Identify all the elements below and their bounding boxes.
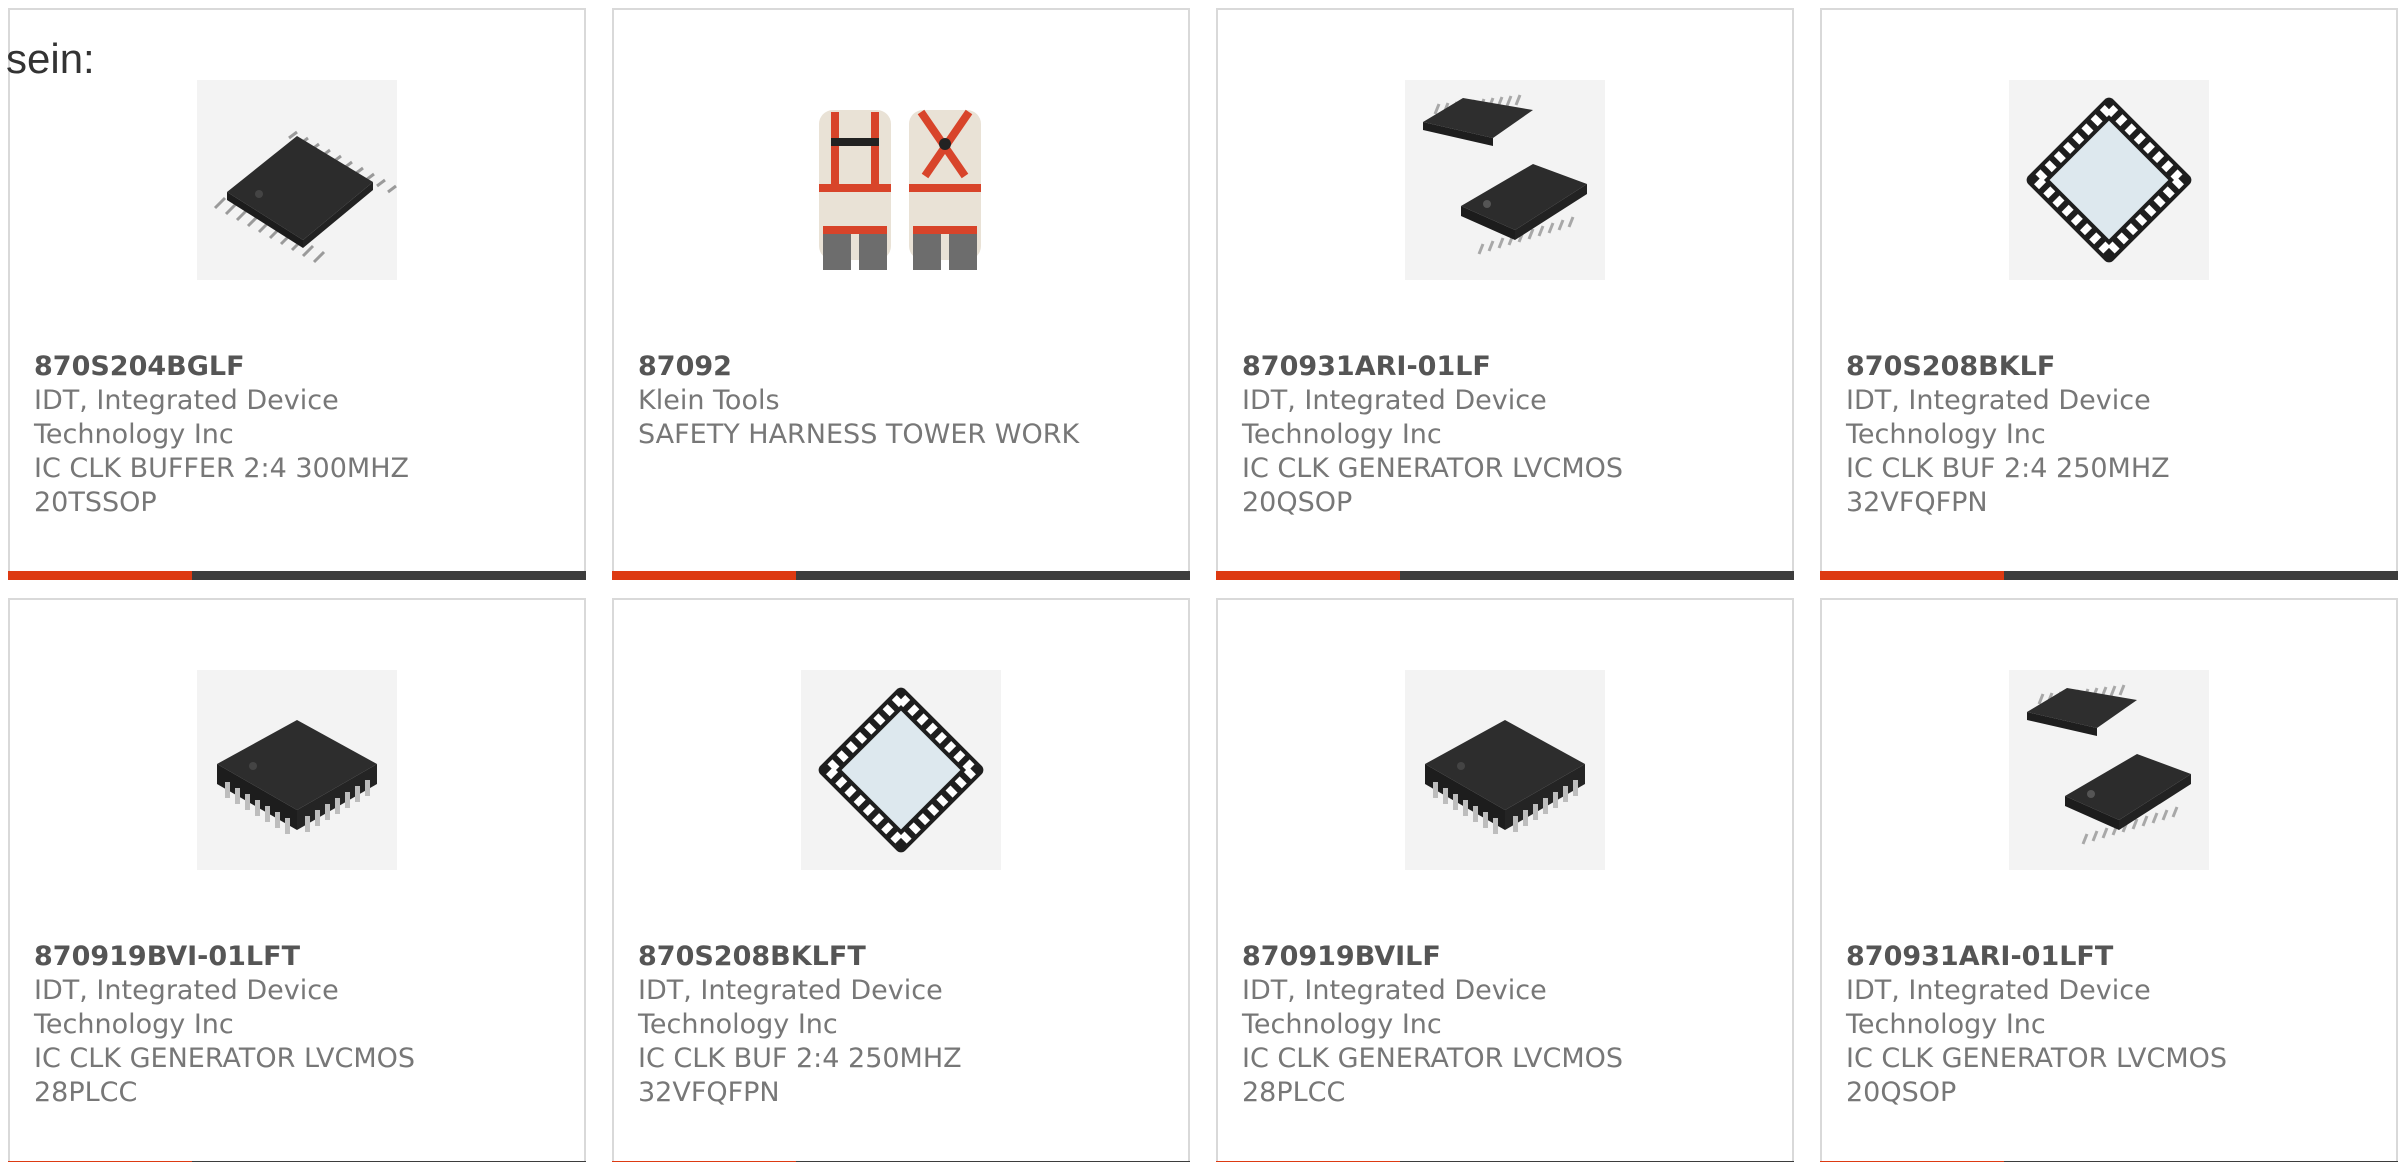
card-accent-bar bbox=[8, 571, 192, 580]
qsop-chip-icon[interactable] bbox=[1405, 80, 1605, 280]
product-card[interactable]: 87092 Klein Tools SAFETY HARNESS TOWER WOR… bbox=[612, 8, 1190, 580]
qfn-chip-icon[interactable] bbox=[2009, 80, 2209, 280]
product-info: 870S208BKLF IDT, Integrated Device Technol… bbox=[1846, 350, 2380, 520]
product-manufacturer-cont: Technology Inc bbox=[34, 419, 234, 450]
product-manufacturer: IDT, Integrated Device bbox=[1242, 385, 1547, 416]
card-footer-bar bbox=[8, 571, 586, 580]
product-info: 87092 Klein Tools SAFETY HARNESS TOWER WOR… bbox=[638, 350, 1172, 452]
product-card[interactable]: 870931ARI-01LFT IDT, Integrated Device Tec… bbox=[1820, 598, 2398, 1162]
product-manufacturer-cont: Technology Inc bbox=[1846, 419, 2046, 450]
product-manufacturer: IDT, Integrated Device bbox=[638, 975, 943, 1006]
product-description: IC CLK BUF 2:4 250MHZ bbox=[1846, 453, 2170, 484]
plcc-chip-icon[interactable] bbox=[1405, 670, 1605, 870]
product-info: 870S208BKLFT IDT, Integrated Device Techno… bbox=[638, 940, 1172, 1110]
product-description: IC CLK GENERATOR LVCMOS bbox=[1242, 453, 1624, 484]
intro-text: sein: bbox=[6, 35, 95, 82]
product-mpn[interactable]: 87092 bbox=[638, 350, 1172, 384]
product-description-cont: 20TSSOP bbox=[34, 487, 157, 518]
tssop-chip-icon[interactable] bbox=[197, 80, 397, 280]
product-description: IC CLK GENERATOR LVCMOS bbox=[1846, 1043, 2228, 1074]
product-manufacturer-cont: Technology Inc bbox=[1242, 1009, 1442, 1040]
product-manufacturer: Klein Tools bbox=[638, 385, 780, 416]
product-description-cont: 20QSOP bbox=[1846, 1077, 1957, 1108]
product-card[interactable]: 870931ARI-01LF IDT, Integrated Device Tech… bbox=[1216, 8, 1794, 580]
product-mpn[interactable]: 870919BVILF bbox=[1242, 940, 1776, 974]
product-info: 870931ARI-01LF IDT, Integrated Device Tech… bbox=[1242, 350, 1776, 520]
product-card[interactable]: 870919BVILF IDT, Integrated Device Technol… bbox=[1216, 598, 1794, 1162]
qfn-chip-icon[interactable] bbox=[801, 670, 1001, 870]
product-description: IC CLK BUF 2:4 250MHZ bbox=[638, 1043, 962, 1074]
product-manufacturer-cont: Technology Inc bbox=[638, 1009, 838, 1040]
product-mpn[interactable]: 870S208BKLFT bbox=[638, 940, 1172, 974]
product-mpn[interactable]: 870931ARI-01LFT bbox=[1846, 940, 2380, 974]
card-accent-bar bbox=[1216, 571, 1400, 580]
product-manufacturer: IDT, Integrated Device bbox=[34, 385, 339, 416]
product-description-cont: 28PLCC bbox=[1242, 1077, 1346, 1108]
page: sein: 870S204BGLF IDT, Integrated Device T… bbox=[0, 0, 2400, 1162]
card-accent-bar bbox=[1820, 571, 2004, 580]
card-footer-bar bbox=[612, 571, 1190, 580]
product-card[interactable]: 870919BVI-01LFT IDT, Integrated Device Tec… bbox=[8, 598, 586, 1162]
product-description-cont: 28PLCC bbox=[34, 1077, 138, 1108]
product-description: IC CLK GENERATOR LVCMOS bbox=[34, 1043, 416, 1074]
product-info: 870919BVI-01LFT IDT, Integrated Device Tec… bbox=[34, 940, 568, 1110]
product-card[interactable]: 870S204BGLF IDT, Integrated Device Technol… bbox=[8, 8, 586, 580]
product-info: 870S204BGLF IDT, Integrated Device Technol… bbox=[34, 350, 568, 520]
card-footer-bar bbox=[1820, 571, 2398, 580]
product-mpn[interactable]: 870919BVI-01LFT bbox=[34, 940, 568, 974]
product-mpn[interactable]: 870S204BGLF bbox=[34, 350, 568, 384]
product-description: IC CLK BUFFER 2:4 300MHZ bbox=[34, 453, 409, 484]
product-description-cont: 32VFQFPN bbox=[638, 1077, 780, 1108]
product-description-cont: 32VFQFPN bbox=[1846, 487, 1988, 518]
product-manufacturer-cont: Technology Inc bbox=[34, 1009, 234, 1040]
product-manufacturer: IDT, Integrated Device bbox=[1846, 385, 2151, 416]
qsop-chip-icon[interactable] bbox=[2009, 670, 2209, 870]
product-card[interactable]: 870S208BKLF IDT, Integrated Device Technol… bbox=[1820, 8, 2398, 580]
product-manufacturer: IDT, Integrated Device bbox=[34, 975, 339, 1006]
product-manufacturer-cont: Technology Inc bbox=[1242, 419, 1442, 450]
product-manufacturer-cont: Technology Inc bbox=[1846, 1009, 2046, 1040]
product-manufacturer: IDT, Integrated Device bbox=[1242, 975, 1547, 1006]
card-accent-bar bbox=[612, 571, 796, 580]
product-info: 870919BVILF IDT, Integrated Device Technol… bbox=[1242, 940, 1776, 1110]
product-card[interactable]: 870S208BKLFT IDT, Integrated Device Techno… bbox=[612, 598, 1190, 1162]
safety-harness-icon[interactable] bbox=[801, 80, 1001, 280]
product-description: SAFETY HARNESS TOWER WORK bbox=[638, 419, 1080, 450]
product-grid: 870S204BGLF IDT, Integrated Device Technol… bbox=[8, 8, 2400, 1162]
product-mpn[interactable]: 870931ARI-01LF bbox=[1242, 350, 1776, 384]
product-manufacturer: IDT, Integrated Device bbox=[1846, 975, 2151, 1006]
product-info: 870931ARI-01LFT IDT, Integrated Device Tec… bbox=[1846, 940, 2380, 1110]
product-description-cont: 20QSOP bbox=[1242, 487, 1353, 518]
product-mpn[interactable]: 870S208BKLF bbox=[1846, 350, 2380, 384]
card-footer-bar bbox=[1216, 571, 1794, 580]
plcc-chip-icon[interactable] bbox=[197, 670, 397, 870]
product-description: IC CLK GENERATOR LVCMOS bbox=[1242, 1043, 1624, 1074]
